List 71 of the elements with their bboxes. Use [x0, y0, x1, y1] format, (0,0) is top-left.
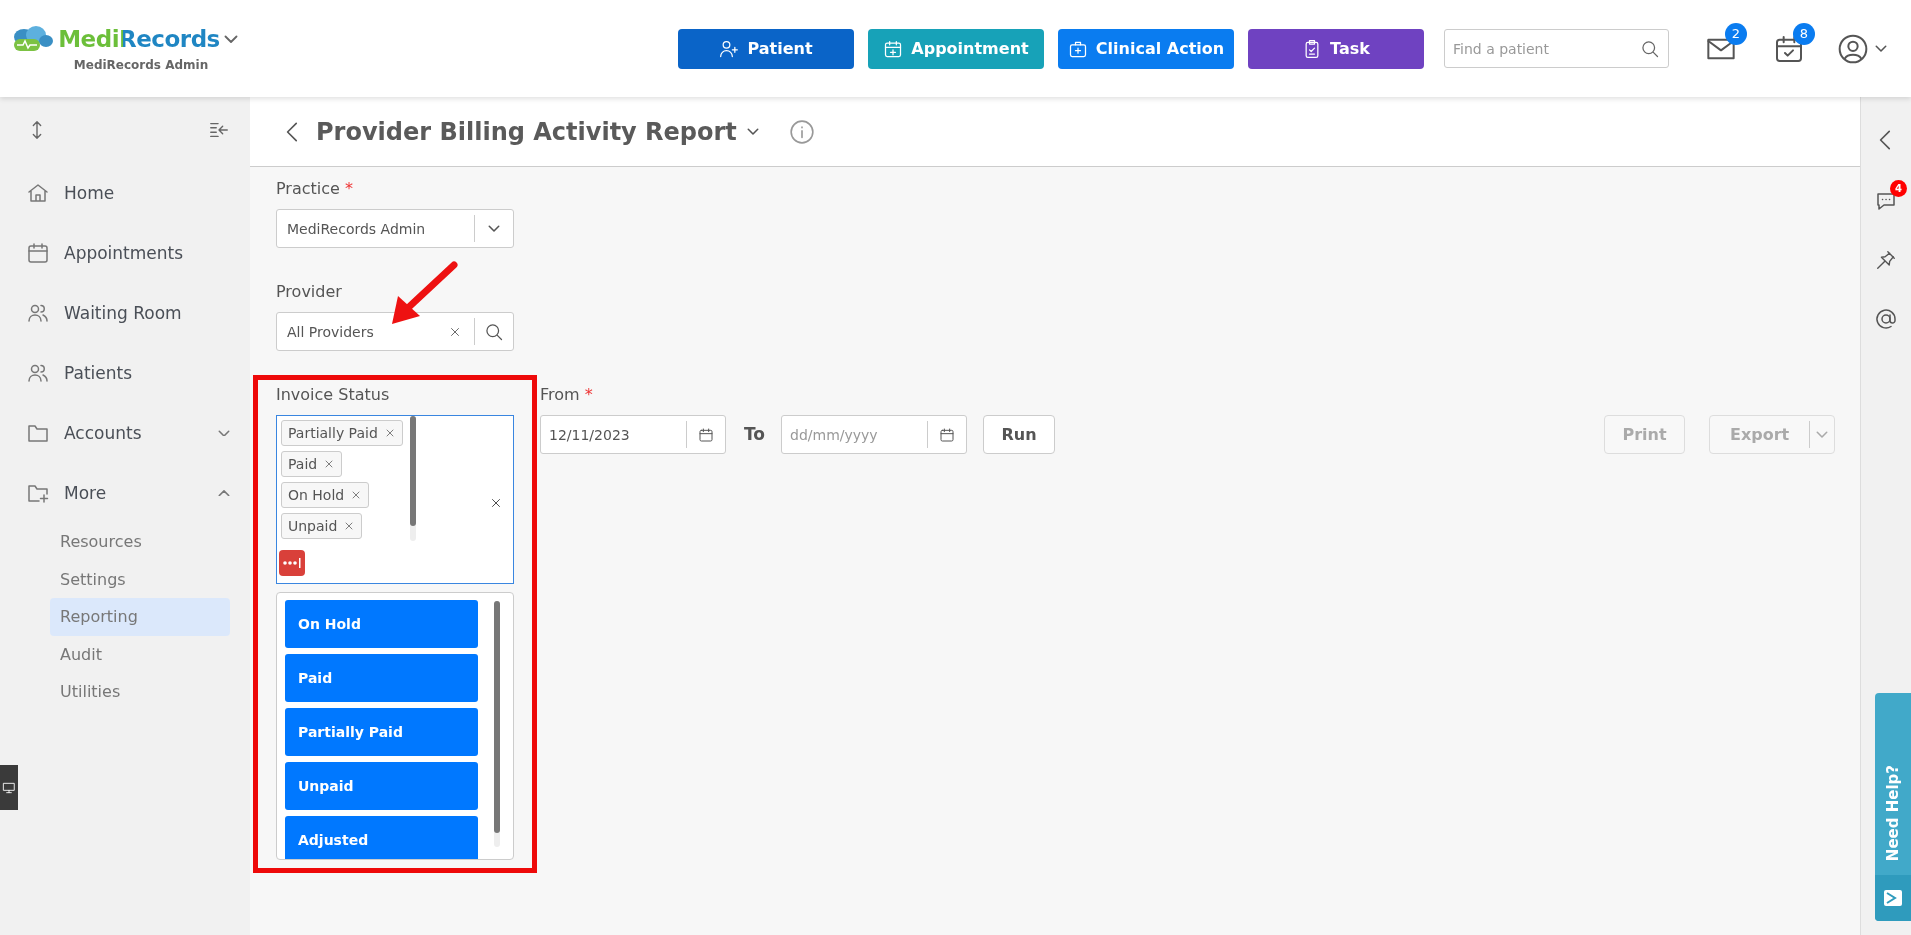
sidebar-item[interactable]: Accounts: [26, 403, 230, 463]
run-button[interactable]: Run: [983, 415, 1056, 454]
action-button[interactable]: Clinical Action: [1058, 28, 1234, 69]
clear-icon[interactable]: [489, 496, 503, 510]
option-item[interactable]: On Hold: [285, 600, 478, 648]
sidebar-subitem[interactable]: Resources: [50, 523, 230, 561]
user-icon[interactable]: [1837, 32, 1869, 65]
person-add-icon: [719, 38, 740, 59]
provider-field[interactable]: All Providers: [276, 312, 514, 351]
status-tag[interactable]: Unpaid: [281, 513, 363, 539]
sidebar-subitem[interactable]: Audit: [50, 635, 230, 673]
notification-badge: 2: [1725, 22, 1747, 45]
field-label: Practice: [276, 179, 340, 198]
dots-icon: [282, 557, 302, 569]
sidebar-item[interactable]: Appointments: [26, 223, 230, 283]
monitor-icon: [2, 780, 16, 795]
sidebar-subitem[interactable]: Reporting: [50, 598, 230, 636]
home-icon: [26, 181, 50, 205]
scrollbar[interactable]: [494, 601, 500, 847]
practice-name: MediRecords Admin: [73, 57, 209, 72]
option-item[interactable]: Partially Paid: [285, 708, 478, 756]
field-label: Provider: [276, 282, 342, 301]
field-label: From: [540, 385, 580, 404]
sidebar-subitem[interactable]: Utilities: [50, 673, 230, 711]
at-sign-icon[interactable]: [1874, 307, 1898, 331]
field-label: Invoice Status: [276, 385, 390, 404]
sidebar-item[interactable]: Patients: [26, 343, 230, 403]
scrollbar[interactable]: [410, 416, 416, 541]
more-button[interactable]: [279, 550, 305, 576]
notification-badge: 4: [1890, 180, 1907, 197]
caret-icon[interactable]: [1875, 45, 1887, 52]
search-field[interactable]: Find a patient: [1444, 29, 1669, 68]
calendar-icon: [26, 241, 50, 265]
envelope-icon: [1883, 888, 1903, 908]
side-tab[interactable]: [0, 765, 18, 810]
sidebar-item[interactable]: Waiting Room: [26, 283, 230, 343]
notification-badge: 8: [1793, 22, 1815, 45]
annotation-arrow: [392, 261, 458, 324]
calendar-icon[interactable]: [939, 426, 956, 443]
option-item[interactable]: Unpaid: [285, 762, 478, 810]
sidebar-subitem[interactable]: Settings: [50, 560, 230, 598]
chevron-down-icon: [488, 225, 500, 232]
sidebar-item[interactable]: Home: [26, 163, 230, 223]
action-button[interactable]: Appointment: [868, 28, 1044, 69]
caret-icon[interactable]: [223, 34, 238, 43]
practice-dropdown[interactable]: MediRecords Admin: [276, 209, 514, 248]
search-icon: [1640, 38, 1660, 59]
chevron-up-icon: [218, 489, 230, 497]
field-label: To: [744, 423, 766, 446]
status-tag[interactable]: Partially Paid: [281, 420, 403, 446]
multiselect-field[interactable]: Partially Paid Paid On Hold Unpaid: [276, 415, 514, 584]
date-field[interactable]: dd/mm/yyyy: [781, 415, 968, 454]
status-tag[interactable]: Paid: [281, 451, 343, 477]
required-mark: *: [344, 179, 353, 198]
chevron-down-icon: [1816, 431, 1828, 438]
search-icon[interactable]: [484, 321, 504, 342]
sidebar-item[interactable]: More: [26, 463, 230, 523]
option-item[interactable]: Paid: [285, 654, 478, 702]
action-button[interactable]: Task: [1248, 28, 1424, 69]
option-item[interactable]: Adjusted: [285, 816, 478, 859]
calendar-icon[interactable]: [698, 426, 714, 443]
pin-icon[interactable]: [1875, 249, 1897, 271]
info-icon[interactable]: [788, 118, 815, 145]
required-mark: *: [584, 385, 593, 404]
status-tag[interactable]: On Hold: [281, 482, 370, 508]
report-title: Provider Billing Activity Report: [316, 117, 737, 146]
chevron-down-icon: [218, 429, 230, 437]
date-field[interactable]: 12/11/2023: [540, 415, 726, 454]
action-button[interactable]: Patient: [678, 28, 854, 69]
calendar-plus-icon: [883, 38, 904, 59]
caret-icon[interactable]: [746, 128, 759, 135]
